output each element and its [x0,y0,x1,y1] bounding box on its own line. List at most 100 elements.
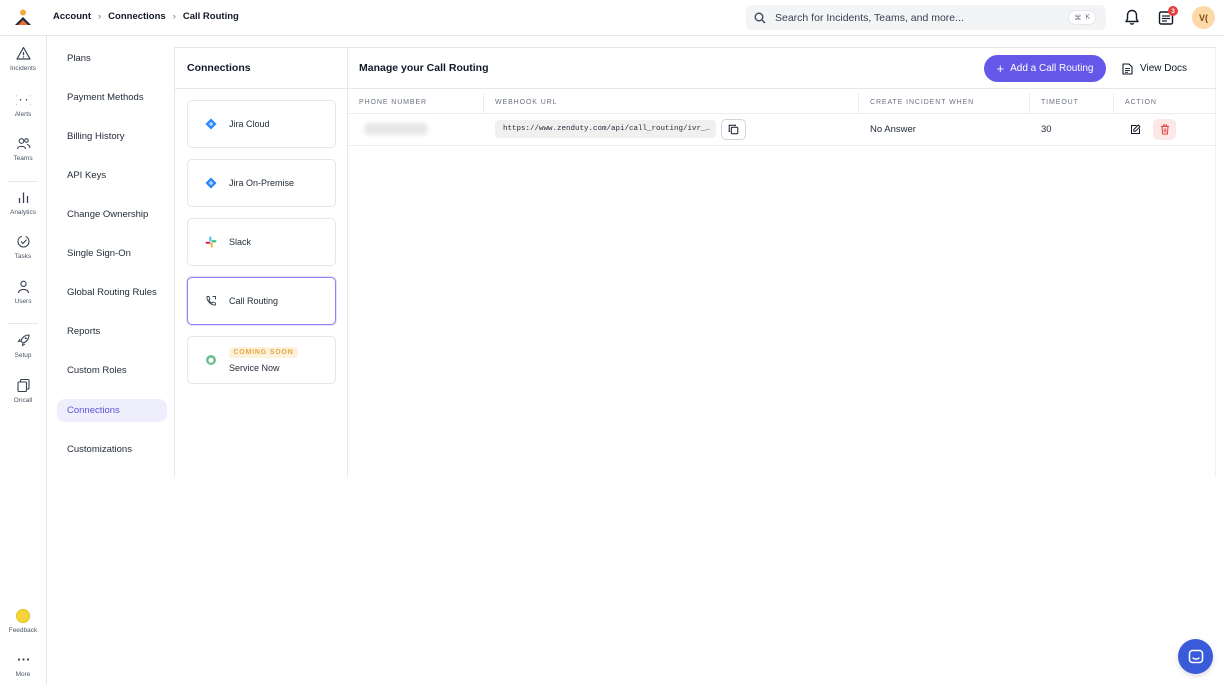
more-dots-icon [17,658,29,661]
warning-triangle-icon [15,46,31,60]
rail-label: Tasks [14,253,32,260]
view-docs-label: View Docs [1140,63,1188,74]
main-header: Manage your Call Routing + Add a Call Ro… [348,48,1216,89]
table-header-divider [348,113,1216,114]
column-header-create-incident-when: CREATE INCIDENT WHEN [870,99,975,106]
rail-label: Users [14,298,32,305]
rail-label: Feedback [8,627,38,634]
breadcrumb-separator-icon: › [172,11,176,22]
rail-item-tasks[interactable]: Tasks [0,234,46,260]
task-check-icon [16,235,30,248]
page-title: Manage your Call Routing [359,62,489,74]
team-icon [16,138,30,150]
search-icon [754,12,766,23]
view-docs-button[interactable]: View Docs [1122,55,1187,82]
plus-icon: + [996,60,1005,76]
rail-item-oncall[interactable]: Oncall [0,378,46,404]
breadcrumb-connections[interactable]: Connections [108,11,166,22]
timeout-value: 30 [1041,124,1052,135]
connections-panel: Connections Jira Cloud Jira On-Premise S… [174,47,348,477]
connection-card-label: Jira Cloud [229,119,270,129]
rail-label: More [15,671,31,678]
connection-card-jira-cloud[interactable]: Jira Cloud [187,100,336,148]
settings-item-customizations[interactable]: Customizations [57,438,167,461]
oncall-icon [16,378,30,393]
rail-item-analytics[interactable]: Analytics [0,190,46,216]
settings-item-payment-methods[interactable]: Payment Methods [57,86,167,109]
connection-card-slack[interactable]: Slack [187,218,336,266]
avatar[interactable]: V( [1192,6,1215,29]
rail-item-setup[interactable]: Setup [0,333,46,359]
add-call-routing-button[interactable]: + Add a Call Routing [984,55,1106,82]
connection-card-call-routing[interactable]: Call Routing [187,277,336,325]
connection-card-label: Call Routing [229,296,279,306]
jira-icon [205,177,217,189]
connection-card-label: Service Now [229,363,280,373]
settings-item-global-routing-rules[interactable]: Global Routing Rules [57,281,167,304]
phone-routing-icon [206,296,216,306]
coming-soon-badge: COMING SOON [229,347,298,358]
user-icon [17,280,29,294]
rail-item-alerts[interactable]: {··} Alerts [0,92,46,118]
connection-card-service-now[interactable]: COMING SOON Service Now [187,336,336,384]
rail-label: Alerts [14,111,32,118]
breadcrumb-separator-icon: › [98,11,102,22]
phone-number-redacted [364,123,428,135]
notification-badge: 3 [1168,6,1178,16]
rail-label: Incidents [9,65,37,72]
braces-icon: {··} [16,95,31,106]
connection-card-label: Jira On-Premise [229,178,295,188]
delete-button[interactable] [1153,119,1176,140]
command-key-icon: ⌘ [1074,14,1082,22]
support-chat-button[interactable] [1178,639,1213,674]
rail-divider [8,323,38,324]
column-header-webhook-url: WEBHOOK URL [495,99,558,106]
settings-item-single-sign-on[interactable]: Single Sign-On [57,242,167,265]
column-divider [1029,93,1030,113]
breadcrumb-account[interactable]: Account [53,11,91,22]
breadcrumb-call-routing: Call Routing [182,11,239,22]
settings-item-custom-roles[interactable]: Custom Roles [57,359,167,382]
rail-label: Teams [13,155,33,162]
left-rail: Incidents {··} Alerts Teams Analytics Ta… [0,36,47,684]
column-header-action: ACTION [1125,99,1157,106]
trash-icon [1160,124,1169,135]
rail-item-incidents[interactable]: Incidents [0,46,46,72]
settings-item-billing-history[interactable]: Billing History [57,125,167,148]
call-routing-main: Manage your Call Routing + Add a Call Ro… [347,47,1216,477]
settings-item-plans[interactable]: Plans [57,47,167,70]
table-row-divider [348,145,1216,146]
column-header-phone-number: PHONE NUMBER [359,99,427,106]
bar-chart-icon [18,192,28,203]
breadcrumb: Account › Connections › Call Routing [53,11,239,22]
rail-item-users[interactable]: Users [0,279,46,305]
rail-item-feedback[interactable]: Feedback [0,609,46,634]
edit-button[interactable] [1127,121,1143,137]
feedback-icon [16,609,30,623]
column-header-timeout: TIMEOUT [1041,99,1079,106]
settings-item-api-keys[interactable]: API Keys [57,164,167,187]
connection-card-jira-on-premise[interactable]: Jira On-Premise [187,159,336,207]
servicenow-icon [206,355,216,365]
settings-item-reports[interactable]: Reports [57,320,167,343]
svg-text:{··}: {··} [16,95,31,106]
settings-item-change-ownership[interactable]: Change Ownership [57,203,167,226]
rail-item-teams[interactable]: Teams [0,136,46,162]
zenduty-logo-icon[interactable] [12,7,34,29]
create-incident-when-value: No Answer [870,124,916,135]
rail-item-more[interactable]: More [0,652,46,678]
settings-item-connections[interactable]: Connections [57,399,167,422]
column-divider [858,93,859,113]
rail-label: Analytics [9,209,36,216]
search-input[interactable]: Search for Incidents, Teams, and more...… [746,5,1106,30]
copy-webhook-button[interactable] [721,119,746,140]
column-divider [1113,93,1114,113]
rail-label: Setup [14,352,32,359]
shortcut-key: K [1085,14,1090,21]
rail-label: Oncall [13,397,33,404]
document-icon [1122,62,1133,75]
connections-title: Connections [175,48,348,89]
settings-menu: Plans Payment Methods Billing History AP… [47,36,175,477]
bell-icon[interactable] [1124,9,1140,26]
chat-icon [1188,649,1203,663]
